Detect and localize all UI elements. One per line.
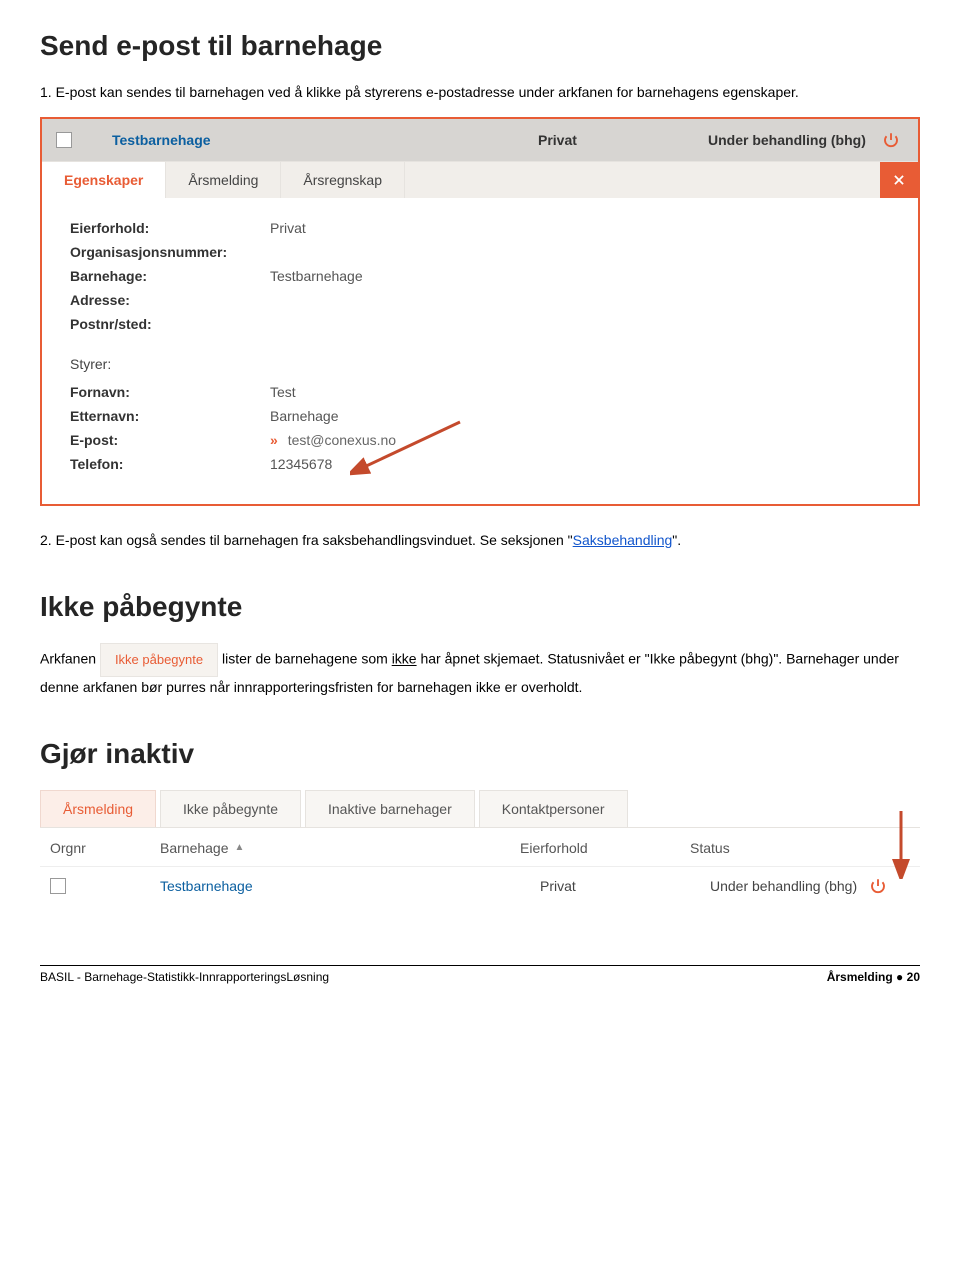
value-eierforhold: Privat bbox=[270, 220, 306, 236]
tab-arsmelding[interactable]: Årsmelding bbox=[166, 162, 281, 198]
value-fornavn: Test bbox=[270, 384, 296, 400]
row-checkbox[interactable] bbox=[56, 132, 72, 148]
header-eierforhold: Privat bbox=[538, 132, 708, 148]
row-eierforhold: Privat bbox=[540, 878, 710, 894]
col-orgnr[interactable]: Orgnr bbox=[40, 840, 160, 856]
tab-egenskaper[interactable]: Egenskaper bbox=[42, 162, 166, 198]
label-adresse: Adresse: bbox=[70, 292, 270, 308]
label-etternavn: Etternavn: bbox=[70, 408, 270, 424]
tab-arsregnskap[interactable]: Årsregnskap bbox=[281, 162, 405, 198]
footer-right: Årsmelding ● 20 bbox=[827, 970, 920, 984]
panel-body: Eierforhold:Privat Organisasjonsnummer: … bbox=[42, 198, 918, 504]
paragraph-1: 1. E-post kan sendes til barnehagen ved … bbox=[40, 82, 920, 103]
table-row: Testbarnehage Privat Under behandling (b… bbox=[40, 866, 920, 905]
label-postnr: Postnr/sted: bbox=[70, 316, 270, 332]
power-icon-2[interactable] bbox=[865, 877, 891, 895]
value-telefon: 12345678 bbox=[270, 456, 332, 472]
bullet-icon: » bbox=[270, 432, 278, 448]
screenshot-panel-egenskaper: Testbarnehage Privat Under behandling (b… bbox=[40, 117, 920, 506]
power-icon[interactable] bbox=[878, 131, 904, 149]
arrow-annotation-icon-2 bbox=[886, 809, 916, 879]
label-fornavn: Fornavn: bbox=[70, 384, 270, 400]
label-telefon: Telefon: bbox=[70, 456, 270, 472]
label-eierforhold: Eierforhold: bbox=[70, 220, 270, 236]
row-checkbox-2[interactable] bbox=[50, 878, 66, 894]
row-status: Under behandling (bhg) bbox=[710, 878, 857, 894]
paragraph-2: 2. E-post kan også sendes til barnehagen… bbox=[40, 530, 920, 551]
label-styrer: Styrer: bbox=[70, 356, 890, 372]
col-eierforhold[interactable]: Eierforhold bbox=[520, 840, 690, 856]
screenshot-panel-list: Årsmelding Ikke påbegynte Inaktive barne… bbox=[40, 790, 920, 905]
label-orgnr: Organisasjonsnummer: bbox=[70, 244, 270, 260]
label-barnehage: Barnehage: bbox=[70, 268, 270, 284]
sort-asc-icon: ▲ bbox=[235, 842, 245, 853]
value-etternavn: Barnehage bbox=[270, 408, 339, 424]
header-status: Under behandling (bhg) bbox=[708, 131, 878, 149]
column-headers: Orgnr Barnehage ▲ Eierforhold Status bbox=[40, 827, 920, 866]
close-button[interactable] bbox=[880, 162, 918, 198]
paragraph-3: Arkfanen Ikke påbegynte lister de barneh… bbox=[40, 643, 920, 698]
tab-kontaktpersoner[interactable]: Kontaktpersoner bbox=[479, 790, 628, 827]
tab-arsmelding-2[interactable]: Årsmelding bbox=[40, 790, 156, 827]
page-footer: BASIL - Barnehage-Statistikk-Innrapporte… bbox=[40, 965, 920, 984]
row-name[interactable]: Testbarnehage bbox=[160, 878, 540, 894]
col-barnehage[interactable]: Barnehage ▲ bbox=[160, 840, 520, 856]
footer-left: BASIL - Barnehage-Statistikk-Innrapporte… bbox=[40, 970, 329, 984]
tab-inaktive-barnehager[interactable]: Inaktive barnehager bbox=[305, 790, 475, 827]
heading-send-epost: Send e-post til barnehage bbox=[40, 30, 920, 62]
arrow-annotation-icon bbox=[350, 418, 470, 488]
tabs-row: Egenskaper Årsmelding Årsregnskap bbox=[42, 161, 918, 198]
chip-ikke-pabegynte: Ikke påbegynte bbox=[100, 643, 218, 677]
heading-ikke-pabegynte: Ikke påbegynte bbox=[40, 591, 920, 623]
heading-gjor-inaktiv: Gjør inaktiv bbox=[40, 738, 920, 770]
tab-ikke-pabegynte[interactable]: Ikke påbegynte bbox=[160, 790, 301, 827]
label-epost: E-post: bbox=[70, 432, 270, 448]
header-name[interactable]: Testbarnehage bbox=[112, 132, 538, 148]
link-saksbehandling[interactable]: Saksbehandling bbox=[573, 532, 673, 548]
panel-header-row: Testbarnehage Privat Under behandling (b… bbox=[42, 119, 918, 161]
value-barnehage: Testbarnehage bbox=[270, 268, 363, 284]
